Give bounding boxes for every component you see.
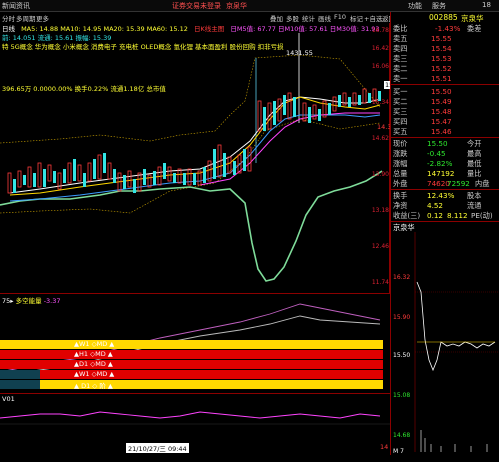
candles	[7, 88, 381, 194]
earnings: 0.12	[427, 211, 444, 220]
candlestick-plot	[0, 33, 383, 282]
tab-stats[interactable]: 统计	[302, 13, 315, 23]
ask5-price: 15.55	[431, 34, 452, 43]
pe-value: 8.112	[447, 211, 468, 220]
bid2-price: 15.49	[431, 97, 452, 106]
quote-panel: 002885 京泉华 委比 -1.43% 委差 卖五 15.55 卖四 15.5…	[390, 12, 499, 455]
tab-overlay[interactable]: 叠加	[270, 13, 283, 23]
change-percent: -2.82%	[427, 159, 453, 168]
tab-multi-stock[interactable]: 多股	[286, 13, 299, 23]
tab-f10[interactable]: F10	[334, 13, 346, 21]
mini-volume-label: M 7	[393, 448, 404, 455]
bid4-price: 15.47	[431, 117, 452, 126]
tab-drawline[interactable]: 画线	[318, 13, 331, 23]
tab-more[interactable]: 更多	[36, 13, 49, 23]
tab-intraday[interactable]: 分时	[2, 13, 15, 23]
price-axis: 16.78 16.42 16.06 15.34 14.62 13.90 13.1…	[371, 27, 389, 286]
menu-function[interactable]: 功能	[408, 1, 422, 11]
bid5-price: 15.46	[431, 127, 452, 136]
window-stock-name: 京泉华	[226, 2, 247, 10]
tab-multi-period[interactable]: 多周期	[16, 13, 36, 23]
turnover: 12.43%	[427, 191, 455, 200]
signal-row-5: ▲ D1 ◇ 阶 ▲	[0, 380, 383, 390]
login-status[interactable]: 证券交易未登录	[172, 1, 221, 11]
bull-bear-indicator-panel[interactable]: 75▸ 多空能量 -3.37 ▲W1 ◇MD ▲ ▲H1 ◇MD ▲ ▲D1 ◇…	[0, 293, 390, 393]
cursor-readout: 1431.55	[286, 49, 313, 57]
signal-row-2: ▲H1 ◇MD ▲	[0, 350, 383, 359]
order-diff-label: 委差	[467, 24, 482, 33]
chart-toolbar: 分时 多周期 更多 叠加 多股 统计 画线 F10 标记 +自选 返回	[0, 12, 395, 23]
signal-row-1: ▲W1 ◇MD ▲	[0, 340, 383, 349]
current-price: 15.50	[427, 139, 448, 148]
menu-service[interactable]: 服务	[432, 1, 446, 11]
top-menu-bar: 新闻资讯 证券交易未登录 京泉华 功能 服务 18	[0, 0, 499, 12]
signal-row-3: ▲D1 ◇MD ▲	[0, 360, 383, 369]
bid3-price: 15.48	[431, 107, 452, 116]
tab-mark[interactable]: 标记	[350, 13, 363, 23]
crosshair-date: 21/10/27/三 09:44	[126, 443, 189, 453]
kline-main-chart[interactable]: 日线 MA5: 14.88 MA10: 14.95 MA20: 15.39 MA…	[0, 23, 405, 293]
ask1-price: 15.51	[431, 74, 452, 83]
inner-volume: 72592	[447, 179, 470, 188]
mini-intraday-chart	[414, 232, 499, 452]
stock-name: 京泉华	[461, 14, 484, 23]
ask4-price: 15.54	[431, 44, 452, 53]
volume-indicator-panel[interactable]: V01 21/10/27/三 09:44 14	[0, 393, 390, 455]
indicator2-right-label: 14	[380, 443, 389, 451]
stock-code: 002885	[429, 13, 458, 22]
order-ratio: -1.43%	[435, 24, 461, 33]
indicator2-plot	[0, 411, 390, 425]
price-change: -0.45	[427, 149, 446, 158]
net-assets: 4.52	[427, 201, 444, 210]
bid1-price: 15.50	[431, 87, 452, 96]
ask2-price: 15.52	[431, 64, 452, 73]
menu-number: 18	[482, 1, 491, 9]
total-volume: 147192	[427, 169, 455, 178]
news-tab[interactable]: 新闻资讯	[2, 1, 30, 11]
ask3-price: 15.53	[431, 54, 452, 63]
tab-add-watchlist[interactable]: +自选	[364, 13, 382, 23]
signal-row-4: ▲W1 ◇MD ▲	[0, 370, 383, 379]
